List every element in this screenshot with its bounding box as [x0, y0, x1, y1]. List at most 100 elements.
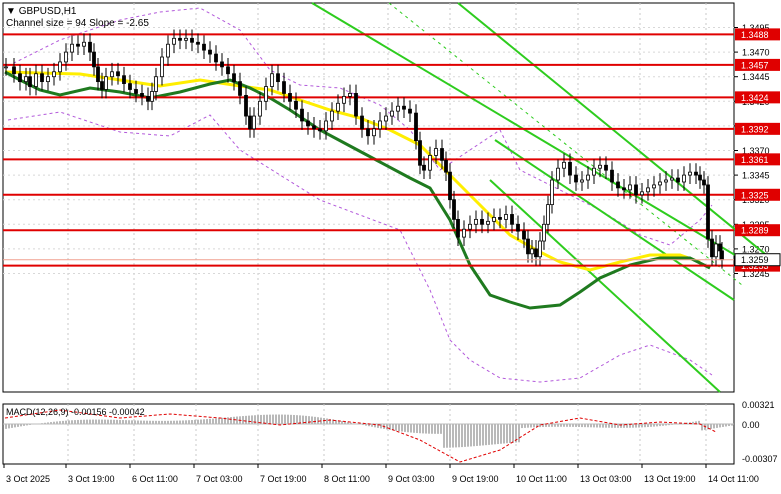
macd-bar: [248, 416, 250, 424]
macd-bar: [149, 421, 151, 424]
macd-bar: [473, 424, 475, 446]
macd-bar: [470, 424, 472, 446]
candle-body: [415, 113, 418, 141]
macd-bar: [482, 424, 484, 445]
macd-bar: [437, 424, 439, 434]
macd-bar: [137, 421, 139, 424]
symbol-triangle-icon: ▼: [6, 6, 16, 17]
candle-body: [245, 95, 248, 116]
macd-bar: [464, 424, 466, 447]
candle-body: [703, 180, 706, 185]
macd-bar: [203, 419, 205, 424]
macd-bar: [446, 424, 448, 448]
macd-bar: [488, 424, 490, 445]
time-label: 9 Oct 19:00: [452, 474, 499, 484]
macd-bar: [653, 424, 655, 427]
level-label: 1.3392: [741, 124, 769, 134]
price-chart[interactable]: 1.34951.34701.34451.34201.33951.33701.33…: [0, 0, 781, 489]
macd-bar: [215, 418, 217, 424]
candle-body: [337, 103, 340, 111]
time-label: 7 Oct 03:00: [196, 474, 243, 484]
macd-bar: [671, 424, 673, 425]
macd-bar: [263, 415, 265, 424]
macd-bar: [662, 424, 664, 426]
macd-bar: [533, 424, 535, 427]
macd-bar: [143, 421, 145, 424]
macd-bar: [644, 424, 646, 427]
candle-body: [97, 67, 100, 82]
candle-body: [295, 101, 298, 109]
candle-body: [721, 251, 724, 260]
macd-bar: [185, 420, 187, 424]
macd-bar: [101, 420, 103, 424]
macd-bar: [431, 424, 433, 434]
macd-bar: [413, 424, 415, 433]
macd-bar: [725, 424, 727, 426]
macd-bar: [14, 424, 16, 427]
level-label: 1.3361: [741, 155, 769, 165]
candle-body: [361, 116, 364, 129]
macd-bar: [269, 415, 271, 424]
macd-bar: [458, 424, 460, 447]
macd-bar: [572, 424, 574, 427]
macd-bar: [194, 420, 196, 424]
candle-body: [367, 129, 370, 136]
macd-bar: [599, 424, 601, 428]
candle-body: [505, 214, 508, 219]
macd-bar: [590, 424, 592, 427]
candle-body: [523, 231, 526, 239]
macd-bar: [611, 424, 613, 428]
candle-body: [13, 67, 16, 74]
macd-bar: [494, 424, 496, 444]
candle-body: [617, 182, 620, 188]
macd-bar: [548, 424, 550, 427]
candle-body: [239, 82, 242, 96]
candle-body: [29, 77, 32, 87]
macd-bar: [245, 416, 247, 424]
candle-body: [111, 72, 114, 77]
candle-body: [699, 175, 702, 180]
candle-body: [453, 200, 456, 220]
candle-body: [129, 84, 132, 90]
macd-bar: [80, 420, 82, 424]
candle-body: [89, 42, 92, 52]
candle-body: [511, 214, 514, 224]
macd-bar: [713, 424, 715, 428]
candle-body: [481, 219, 484, 224]
macd-bar: [503, 424, 505, 443]
macd-bar: [506, 424, 508, 443]
macd-bar: [128, 420, 130, 424]
macd-bar: [275, 415, 277, 424]
candle-body: [301, 109, 304, 121]
macd-bar: [308, 416, 310, 424]
macd-bar: [731, 424, 733, 426]
macd-bar: [170, 421, 172, 424]
macd-bar: [527, 424, 529, 428]
macd-bar: [206, 419, 208, 424]
candle-body: [469, 224, 472, 229]
macd-bar: [152, 421, 154, 424]
time-label: 14 Oct 11:00: [708, 474, 759, 484]
symbol-header: ▼ GBPUSD,H1: [6, 6, 76, 17]
candle-body: [475, 219, 478, 224]
candle-body: [71, 44, 74, 52]
macd-bar: [311, 416, 313, 424]
candle-body: [463, 229, 466, 237]
macd-bar: [44, 423, 46, 424]
candle-body: [221, 62, 224, 67]
macd-bar: [107, 420, 109, 424]
macd-bar: [404, 424, 406, 432]
macd-bar: [281, 415, 283, 424]
level-label: 1.3424: [741, 93, 769, 103]
chart-canvas[interactable]: 1.34951.34701.34451.34201.33951.33701.33…: [0, 0, 781, 489]
level-label: 1.3488: [741, 30, 769, 40]
candle-body: [423, 165, 426, 170]
candle-body: [197, 42, 200, 44]
macd-bar: [365, 424, 367, 426]
candle-body: [605, 165, 608, 170]
macd-bar: [53, 422, 55, 424]
macd-bar: [89, 420, 91, 424]
macd-bar: [140, 421, 142, 424]
macd-bar: [407, 424, 409, 432]
macd-bar: [692, 422, 694, 424]
